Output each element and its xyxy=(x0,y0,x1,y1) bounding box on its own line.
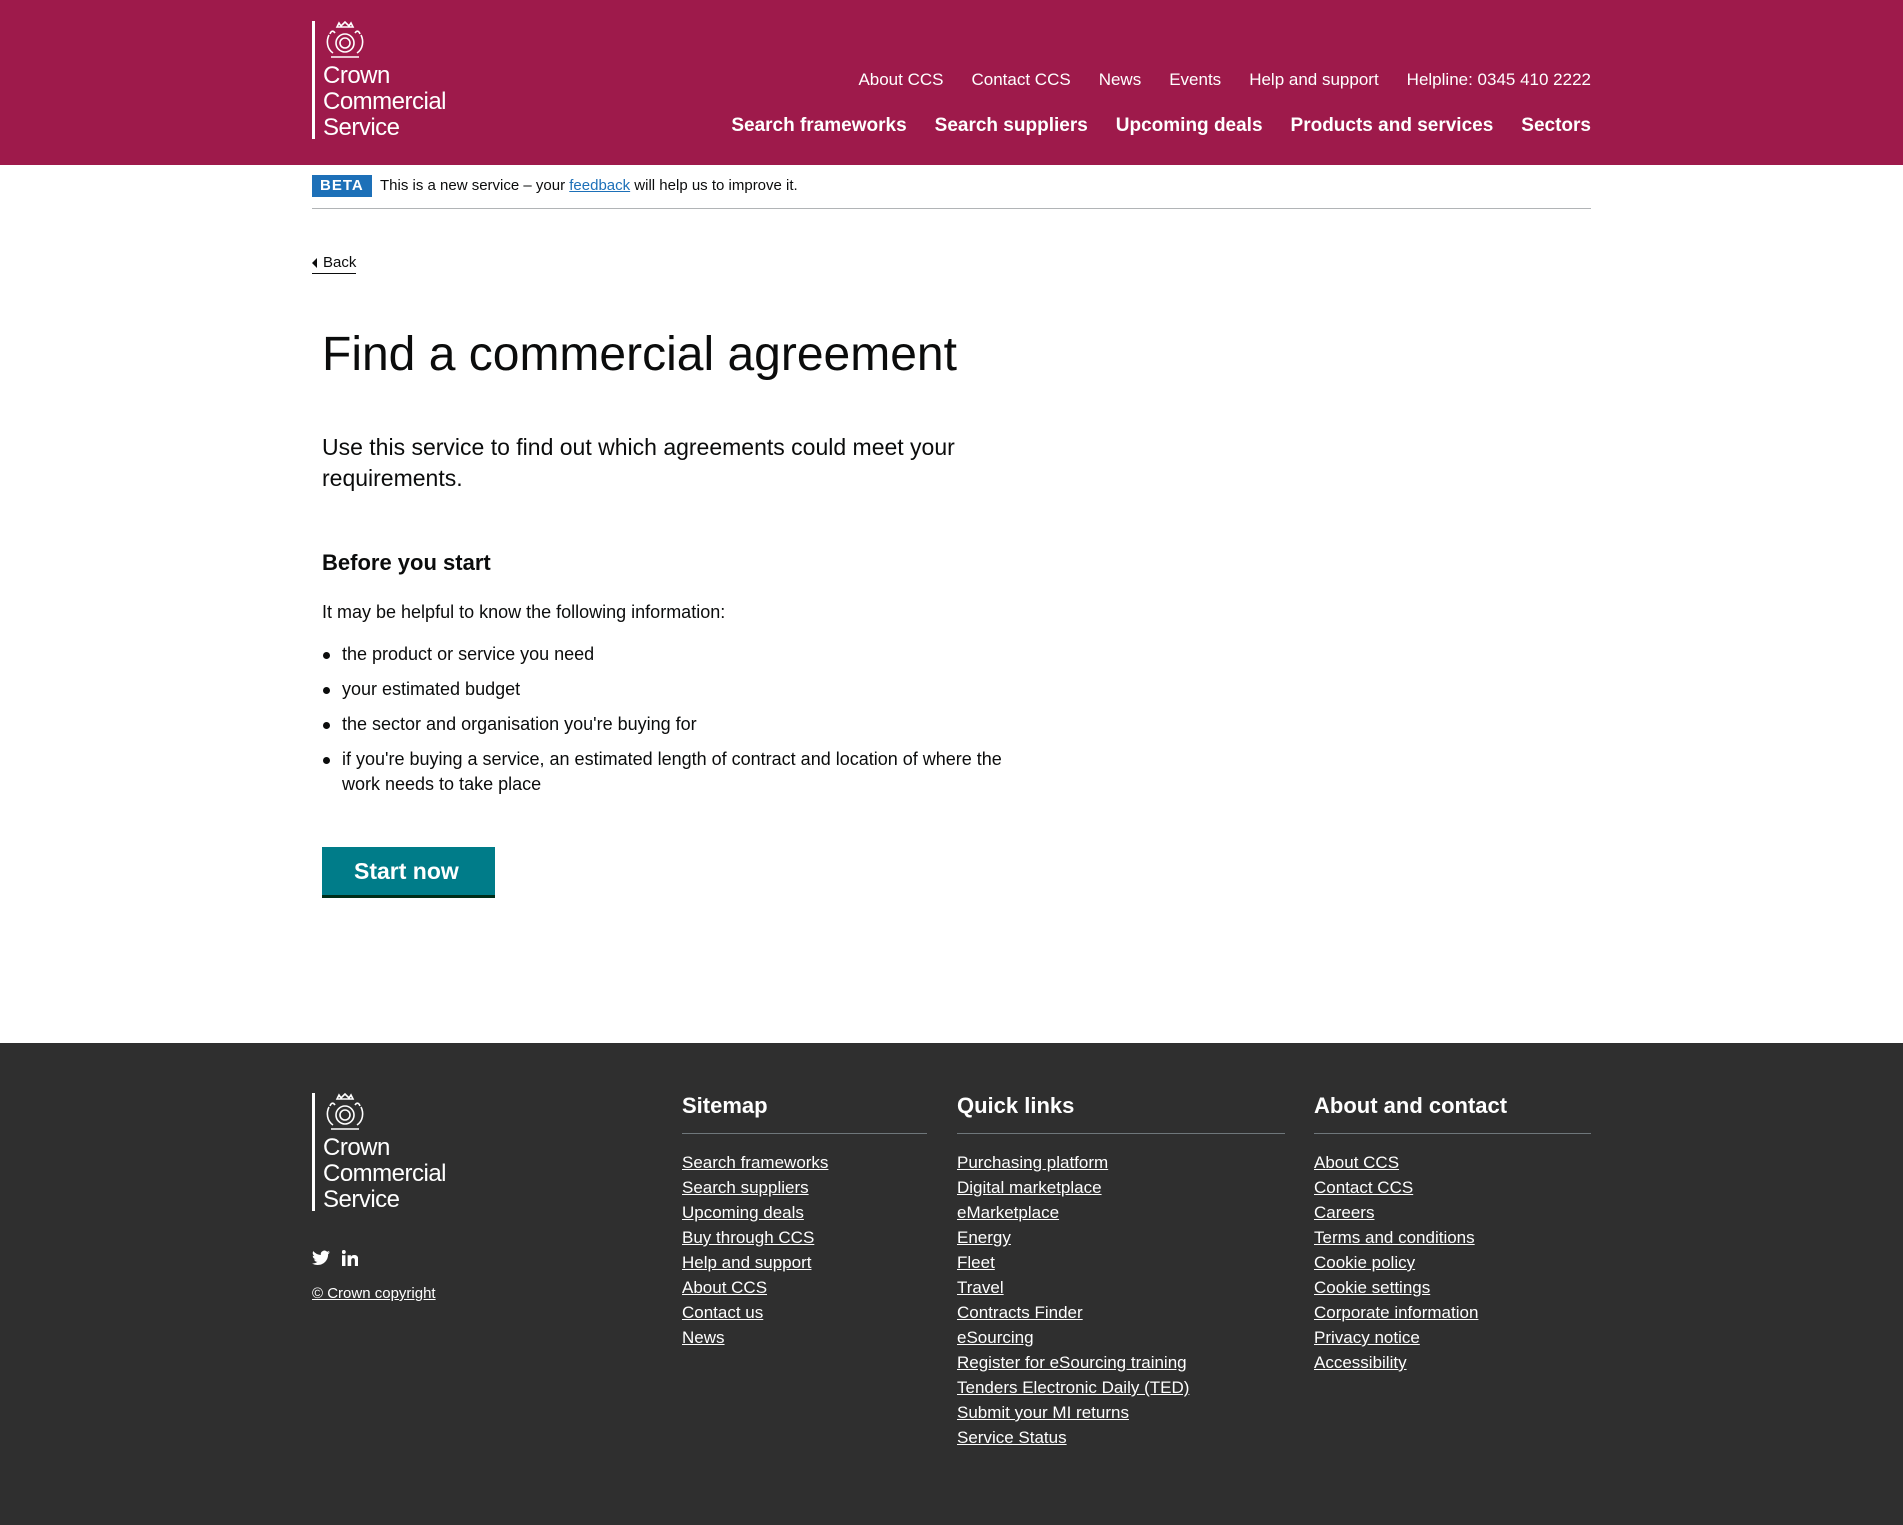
nav-upcoming-deals[interactable]: Upcoming deals xyxy=(1116,115,1263,137)
footer-link-search-suppliers[interactable]: Search suppliers xyxy=(682,1178,809,1197)
about-contact-list: About CCS Contact CCS Careers Terms and … xyxy=(1314,1150,1591,1375)
lead-paragraph: Use this service to find out which agree… xyxy=(322,434,955,491)
footer-link-careers[interactable]: Careers xyxy=(1314,1203,1374,1222)
chevron-left-icon xyxy=(312,257,317,268)
page-title: Find a commercial agreement xyxy=(322,328,957,381)
footer-link-privacy-notice[interactable]: Privacy notice xyxy=(1314,1328,1420,1347)
logo-text: Crown Commercial Service xyxy=(323,1134,447,1213)
footer-link-esourcing[interactable]: eSourcing xyxy=(957,1328,1034,1347)
before-you-start-heading: Before you start xyxy=(322,550,491,575)
list-item: your estimated budget xyxy=(322,677,1002,702)
beta-text-after: will help us to improve it. xyxy=(630,177,798,194)
nav-events[interactable]: Events xyxy=(1169,70,1221,90)
site-footer: Crown Commercial Service © Crown copyrig… xyxy=(0,1043,1903,1525)
footer-link-ted[interactable]: Tenders Electronic Daily (TED) xyxy=(957,1378,1189,1397)
footer-link-about-ccs-2[interactable]: About CCS xyxy=(1314,1153,1399,1172)
nav-news[interactable]: News xyxy=(1099,70,1142,90)
footer-link-energy[interactable]: Energy xyxy=(957,1228,1011,1247)
social-links xyxy=(312,1250,359,1271)
footer-link-contracts-finder[interactable]: Contracts Finder xyxy=(957,1303,1083,1322)
beta-banner: BETA This is a new service – your feedba… xyxy=(312,165,1591,209)
nav-about-ccs[interactable]: About CCS xyxy=(858,70,943,90)
back-label: Back xyxy=(323,254,357,271)
list-item: the sector and organisation you're buyin… xyxy=(322,712,1002,737)
footer-link-news[interactable]: News xyxy=(682,1328,725,1347)
intro-paragraph: It may be helpful to know the following … xyxy=(322,602,726,622)
nav-search-suppliers[interactable]: Search suppliers xyxy=(935,115,1088,137)
footer-link-about-ccs[interactable]: About CCS xyxy=(682,1278,767,1297)
footer-link-cookie-settings[interactable]: Cookie settings xyxy=(1314,1278,1430,1297)
footer-link-digital-marketplace[interactable]: Digital marketplace xyxy=(957,1178,1102,1197)
footer-link-contact-ccs[interactable]: Contact CCS xyxy=(1314,1178,1413,1197)
logo-line: Service xyxy=(323,1186,400,1213)
quick-links-heading: Quick links xyxy=(957,1093,1285,1134)
logo-line: Commercial xyxy=(323,88,447,115)
footer-about-contact: About and contact About CCS Contact CCS … xyxy=(1314,1093,1591,1375)
footer-link-fleet[interactable]: Fleet xyxy=(957,1253,995,1272)
nav-products-and-services[interactable]: Products and services xyxy=(1291,115,1494,137)
nav-sectors[interactable]: Sectors xyxy=(1521,115,1591,137)
beta-message: This is a new service – your feedback wi… xyxy=(380,177,798,194)
footer-link-service-status[interactable]: Service Status xyxy=(957,1428,1067,1447)
site-header: Crown Commercial Service About CCS Conta… xyxy=(0,0,1903,165)
beta-text-before: This is a new service – your xyxy=(380,177,570,194)
footer-link-terms[interactable]: Terms and conditions xyxy=(1314,1228,1475,1247)
start-now-button[interactable]: Start now xyxy=(322,847,495,895)
footer-link-accessibility[interactable]: Accessibility xyxy=(1314,1353,1407,1372)
twitter-icon[interactable] xyxy=(312,1250,330,1271)
info-list: the product or service you need your est… xyxy=(322,642,1002,797)
logo-line: Crown xyxy=(323,1134,390,1161)
footer-link-corporate-information[interactable]: Corporate information xyxy=(1314,1303,1478,1322)
feedback-link[interactable]: feedback xyxy=(569,177,630,194)
nav-search-frameworks[interactable]: Search frameworks xyxy=(731,115,906,137)
crown-copyright-link[interactable]: © Crown copyright xyxy=(312,1285,436,1302)
about-contact-heading: About and contact xyxy=(1314,1093,1591,1134)
footer-link-help-and-support[interactable]: Help and support xyxy=(682,1253,811,1272)
ccs-logo[interactable]: Crown Commercial Service xyxy=(312,21,462,141)
main-nav: Search frameworks Search suppliers Upcom… xyxy=(731,115,1591,137)
footer-sitemap: Sitemap Search frameworks Search supplie… xyxy=(682,1093,927,1350)
footer-link-upcoming-deals[interactable]: Upcoming deals xyxy=(682,1203,804,1222)
footer-link-esourcing-training[interactable]: Register for eSourcing training xyxy=(957,1353,1187,1372)
royal-crest-icon xyxy=(326,21,364,58)
back-link[interactable]: Back xyxy=(312,254,357,274)
logo-line: Service xyxy=(323,114,400,141)
nav-contact-ccs[interactable]: Contact CCS xyxy=(971,70,1070,90)
footer-link-search-frameworks[interactable]: Search frameworks xyxy=(682,1153,828,1172)
footer-quick-links: Quick links Purchasing platform Digital … xyxy=(957,1093,1285,1450)
footer-link-purchasing-platform[interactable]: Purchasing platform xyxy=(957,1153,1108,1172)
logo-line: Crown xyxy=(323,62,390,89)
royal-crest-icon xyxy=(326,1093,364,1130)
sitemap-heading: Sitemap xyxy=(682,1093,927,1134)
footer-link-cookie-policy[interactable]: Cookie policy xyxy=(1314,1253,1415,1272)
list-item: the product or service you need xyxy=(322,642,1002,667)
footer-ccs-logo[interactable]: Crown Commercial Service xyxy=(312,1093,462,1213)
sitemap-list: Search frameworks Search suppliers Upcom… xyxy=(682,1150,927,1350)
footer-link-buy-through-ccs[interactable]: Buy through CCS xyxy=(682,1228,814,1247)
logo-line: Commercial xyxy=(323,1160,447,1187)
list-item: if you're buying a service, an estimated… xyxy=(322,747,1002,797)
logo-bar xyxy=(312,1093,315,1211)
footer-link-emarketplace[interactable]: eMarketplace xyxy=(957,1203,1059,1222)
footer-link-contact-us[interactable]: Contact us xyxy=(682,1303,763,1322)
quick-links-list: Purchasing platform Digital marketplace … xyxy=(957,1150,1285,1450)
logo-text: Crown Commercial Service xyxy=(323,62,447,141)
nav-helpline[interactable]: Helpline: 0345 410 2222 xyxy=(1407,70,1591,90)
footer-link-travel[interactable]: Travel xyxy=(957,1278,1004,1297)
main-content: Find a commercial agreement Use this ser… xyxy=(322,320,1002,895)
nav-help-and-support[interactable]: Help and support xyxy=(1249,70,1378,90)
footer-link-mi-returns[interactable]: Submit your MI returns xyxy=(957,1403,1129,1422)
utility-nav: About CCS Contact CCS News Events Help a… xyxy=(858,70,1591,90)
logo-bar xyxy=(312,21,315,139)
beta-tag: BETA xyxy=(312,175,372,197)
linkedin-icon[interactable] xyxy=(341,1250,359,1271)
